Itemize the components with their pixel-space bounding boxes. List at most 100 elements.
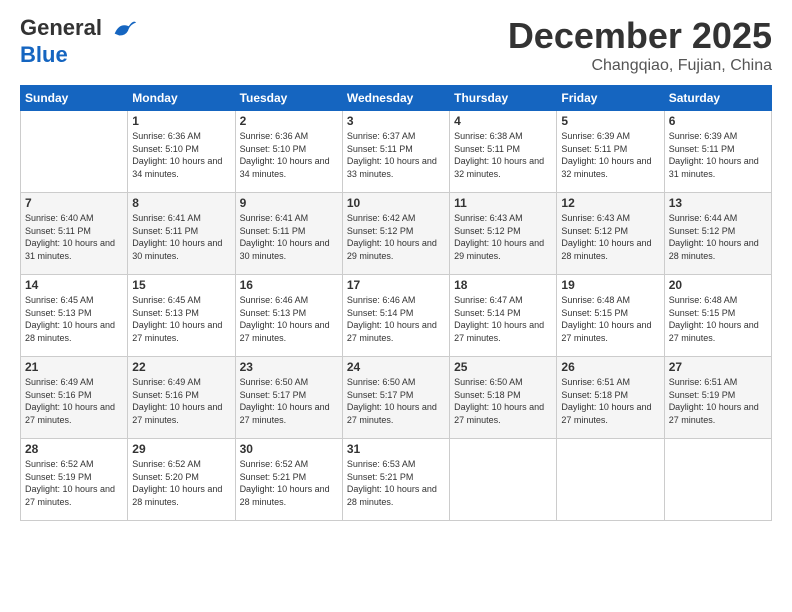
day-number: 25 — [454, 360, 552, 374]
day-number: 1 — [132, 114, 230, 128]
day-info: Sunrise: 6:39 AM Sunset: 5:11 PM Dayligh… — [669, 130, 767, 180]
calendar-cell: 16 Sunrise: 6:46 AM Sunset: 5:13 PM Dayl… — [235, 275, 342, 357]
calendar-cell: 19 Sunrise: 6:48 AM Sunset: 5:15 PM Dayl… — [557, 275, 664, 357]
calendar-header-sunday: Sunday — [21, 86, 128, 111]
day-info: Sunrise: 6:51 AM Sunset: 5:18 PM Dayligh… — [561, 376, 659, 426]
day-info: Sunrise: 6:52 AM Sunset: 5:19 PM Dayligh… — [25, 458, 123, 508]
calendar-cell: 4 Sunrise: 6:38 AM Sunset: 5:11 PM Dayli… — [450, 111, 557, 193]
day-number: 13 — [669, 196, 767, 210]
day-info: Sunrise: 6:41 AM Sunset: 5:11 PM Dayligh… — [240, 212, 338, 262]
calendar-cell: 20 Sunrise: 6:48 AM Sunset: 5:15 PM Dayl… — [664, 275, 771, 357]
day-info: Sunrise: 6:48 AM Sunset: 5:15 PM Dayligh… — [669, 294, 767, 344]
day-number: 24 — [347, 360, 445, 374]
day-info: Sunrise: 6:42 AM Sunset: 5:12 PM Dayligh… — [347, 212, 445, 262]
calendar-table: SundayMondayTuesdayWednesdayThursdayFrid… — [20, 85, 772, 521]
day-info: Sunrise: 6:49 AM Sunset: 5:16 PM Dayligh… — [25, 376, 123, 426]
day-number: 12 — [561, 196, 659, 210]
day-number: 3 — [347, 114, 445, 128]
calendar-cell: 14 Sunrise: 6:45 AM Sunset: 5:13 PM Dayl… — [21, 275, 128, 357]
day-number: 4 — [454, 114, 552, 128]
calendar-cell: 1 Sunrise: 6:36 AM Sunset: 5:10 PM Dayli… — [128, 111, 235, 193]
day-number: 11 — [454, 196, 552, 210]
day-info: Sunrise: 6:40 AM Sunset: 5:11 PM Dayligh… — [25, 212, 123, 262]
day-info: Sunrise: 6:53 AM Sunset: 5:21 PM Dayligh… — [347, 458, 445, 508]
calendar-header-wednesday: Wednesday — [342, 86, 449, 111]
title-block: December 2025 Changqiao, Fujian, China — [508, 15, 772, 75]
day-number: 7 — [25, 196, 123, 210]
logo: General Blue — [20, 15, 138, 67]
header: General Blue December 2025 Changqiao, Fu… — [20, 15, 772, 75]
calendar-cell: 5 Sunrise: 6:39 AM Sunset: 5:11 PM Dayli… — [557, 111, 664, 193]
calendar-cell: 15 Sunrise: 6:45 AM Sunset: 5:13 PM Dayl… — [128, 275, 235, 357]
calendar-cell: 10 Sunrise: 6:42 AM Sunset: 5:12 PM Dayl… — [342, 193, 449, 275]
calendar-cell: 29 Sunrise: 6:52 AM Sunset: 5:20 PM Dayl… — [128, 439, 235, 521]
day-info: Sunrise: 6:46 AM Sunset: 5:13 PM Dayligh… — [240, 294, 338, 344]
calendar-cell: 7 Sunrise: 6:40 AM Sunset: 5:11 PM Dayli… — [21, 193, 128, 275]
day-number: 21 — [25, 360, 123, 374]
day-number: 6 — [669, 114, 767, 128]
calendar-cell: 26 Sunrise: 6:51 AM Sunset: 5:18 PM Dayl… — [557, 357, 664, 439]
calendar-cell: 9 Sunrise: 6:41 AM Sunset: 5:11 PM Dayli… — [235, 193, 342, 275]
calendar-cell: 22 Sunrise: 6:49 AM Sunset: 5:16 PM Dayl… — [128, 357, 235, 439]
calendar-header-monday: Monday — [128, 86, 235, 111]
calendar-cell — [664, 439, 771, 521]
calendar-cell: 3 Sunrise: 6:37 AM Sunset: 5:11 PM Dayli… — [342, 111, 449, 193]
calendar-week-3: 14 Sunrise: 6:45 AM Sunset: 5:13 PM Dayl… — [21, 275, 772, 357]
day-info: Sunrise: 6:50 AM Sunset: 5:17 PM Dayligh… — [347, 376, 445, 426]
calendar-cell: 13 Sunrise: 6:44 AM Sunset: 5:12 PM Dayl… — [664, 193, 771, 275]
day-info: Sunrise: 6:43 AM Sunset: 5:12 PM Dayligh… — [561, 212, 659, 262]
day-number: 8 — [132, 196, 230, 210]
day-number: 19 — [561, 278, 659, 292]
calendar-cell: 18 Sunrise: 6:47 AM Sunset: 5:14 PM Dayl… — [450, 275, 557, 357]
day-number: 15 — [132, 278, 230, 292]
month-title: December 2025 — [508, 15, 772, 57]
logo-blue: Blue — [20, 43, 138, 67]
day-number: 16 — [240, 278, 338, 292]
day-info: Sunrise: 6:36 AM Sunset: 5:10 PM Dayligh… — [132, 130, 230, 180]
calendar-header-saturday: Saturday — [664, 86, 771, 111]
calendar-cell: 27 Sunrise: 6:51 AM Sunset: 5:19 PM Dayl… — [664, 357, 771, 439]
calendar-cell: 2 Sunrise: 6:36 AM Sunset: 5:10 PM Dayli… — [235, 111, 342, 193]
day-number: 31 — [347, 442, 445, 456]
day-number: 17 — [347, 278, 445, 292]
day-number: 10 — [347, 196, 445, 210]
calendar-cell — [21, 111, 128, 193]
day-number: 18 — [454, 278, 552, 292]
day-number: 14 — [25, 278, 123, 292]
day-info: Sunrise: 6:39 AM Sunset: 5:11 PM Dayligh… — [561, 130, 659, 180]
calendar-cell: 28 Sunrise: 6:52 AM Sunset: 5:19 PM Dayl… — [21, 439, 128, 521]
calendar-week-5: 28 Sunrise: 6:52 AM Sunset: 5:19 PM Dayl… — [21, 439, 772, 521]
calendar-cell — [557, 439, 664, 521]
calendar-cell: 25 Sunrise: 6:50 AM Sunset: 5:18 PM Dayl… — [450, 357, 557, 439]
day-number: 27 — [669, 360, 767, 374]
calendar-week-1: 1 Sunrise: 6:36 AM Sunset: 5:10 PM Dayli… — [21, 111, 772, 193]
calendar-header-friday: Friday — [557, 86, 664, 111]
logo-bird-icon — [110, 15, 138, 43]
day-info: Sunrise: 6:50 AM Sunset: 5:18 PM Dayligh… — [454, 376, 552, 426]
calendar-cell: 11 Sunrise: 6:43 AM Sunset: 5:12 PM Dayl… — [450, 193, 557, 275]
day-info: Sunrise: 6:37 AM Sunset: 5:11 PM Dayligh… — [347, 130, 445, 180]
calendar-cell: 17 Sunrise: 6:46 AM Sunset: 5:14 PM Dayl… — [342, 275, 449, 357]
calendar-week-2: 7 Sunrise: 6:40 AM Sunset: 5:11 PM Dayli… — [21, 193, 772, 275]
day-number: 5 — [561, 114, 659, 128]
calendar-cell: 21 Sunrise: 6:49 AM Sunset: 5:16 PM Dayl… — [21, 357, 128, 439]
calendar-header-tuesday: Tuesday — [235, 86, 342, 111]
day-info: Sunrise: 6:38 AM Sunset: 5:11 PM Dayligh… — [454, 130, 552, 180]
logo-general: General — [20, 15, 102, 40]
day-info: Sunrise: 6:52 AM Sunset: 5:20 PM Dayligh… — [132, 458, 230, 508]
day-info: Sunrise: 6:49 AM Sunset: 5:16 PM Dayligh… — [132, 376, 230, 426]
calendar-cell: 6 Sunrise: 6:39 AM Sunset: 5:11 PM Dayli… — [664, 111, 771, 193]
day-info: Sunrise: 6:36 AM Sunset: 5:10 PM Dayligh… — [240, 130, 338, 180]
page: General Blue December 2025 Changqiao, Fu… — [0, 0, 792, 612]
day-number: 9 — [240, 196, 338, 210]
calendar-week-4: 21 Sunrise: 6:49 AM Sunset: 5:16 PM Dayl… — [21, 357, 772, 439]
day-info: Sunrise: 6:47 AM Sunset: 5:14 PM Dayligh… — [454, 294, 552, 344]
day-number: 20 — [669, 278, 767, 292]
calendar-header-thursday: Thursday — [450, 86, 557, 111]
day-info: Sunrise: 6:52 AM Sunset: 5:21 PM Dayligh… — [240, 458, 338, 508]
day-info: Sunrise: 6:45 AM Sunset: 5:13 PM Dayligh… — [25, 294, 123, 344]
day-info: Sunrise: 6:51 AM Sunset: 5:19 PM Dayligh… — [669, 376, 767, 426]
day-info: Sunrise: 6:50 AM Sunset: 5:17 PM Dayligh… — [240, 376, 338, 426]
day-info: Sunrise: 6:46 AM Sunset: 5:14 PM Dayligh… — [347, 294, 445, 344]
day-number: 30 — [240, 442, 338, 456]
